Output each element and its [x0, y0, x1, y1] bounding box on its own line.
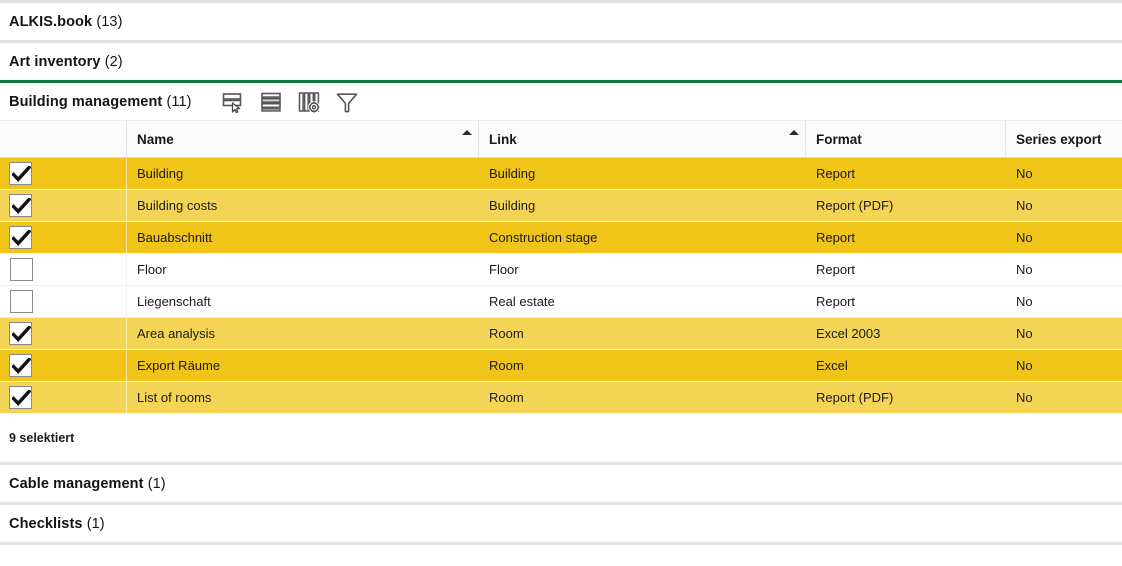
section-count: (1): [86, 515, 105, 532]
section-header-alkis-book[interactable]: ALKIS.book (13): [0, 3, 1122, 40]
table-row[interactable]: Building Building Report No: [0, 158, 1122, 190]
section-count: (2): [104, 53, 123, 70]
cell-link: Room: [489, 358, 524, 373]
cell-series-export: No: [1016, 230, 1033, 245]
cell-format: Report: [816, 294, 856, 309]
cell-name: Building: [126, 158, 478, 189]
cell-name: List of rooms: [126, 382, 478, 413]
cell-name: Building costs: [126, 190, 478, 221]
column-header-label: Format: [816, 131, 862, 147]
section-title: Checklists (1): [9, 516, 105, 532]
sort-ascending-icon: [789, 130, 799, 135]
row-checkbox-unchecked[interactable]: [10, 258, 33, 281]
selection-status-bar: 9 selektiert: [0, 414, 1122, 462]
row-checkbox-cell: [0, 254, 126, 285]
row-checkbox-cell: [0, 222, 126, 253]
cell-name: Liegenschaft: [126, 286, 478, 317]
cell-name: Floor: [126, 254, 478, 285]
cell-format: Excel 2003: [816, 326, 881, 341]
cell-name: Export Räume: [126, 350, 478, 381]
filter-icon[interactable]: [334, 89, 360, 115]
cell-format: Report: [816, 262, 856, 277]
row-checkbox-cell: [0, 286, 126, 317]
table-row[interactable]: Floor Floor Report No: [0, 254, 1122, 286]
cell-link: Construction stage: [489, 230, 598, 245]
row-checkbox-checked[interactable]: [9, 354, 32, 377]
table-row[interactable]: Area analysis Room Excel 2003 No: [0, 318, 1122, 350]
cell-format: Report: [816, 230, 856, 245]
section-name: Art inventory: [9, 53, 101, 70]
column-settings-icon[interactable]: [296, 89, 322, 115]
section-count: (13): [96, 13, 123, 30]
table-row[interactable]: Bauabschnitt Construction stage Report No: [0, 222, 1122, 254]
cell-series-export: No: [1016, 358, 1033, 373]
column-header-format[interactable]: Format: [805, 121, 1005, 157]
section-title: Art inventory (2): [9, 54, 123, 70]
column-header-label: Series export: [1016, 131, 1102, 147]
section-header-checklists[interactable]: Checklists (1): [0, 505, 1122, 542]
section-header-cable-management[interactable]: Cable management (1): [0, 465, 1122, 502]
cell-series-export: No: [1016, 262, 1033, 277]
cell-format: Report: [816, 166, 856, 181]
column-header-link[interactable]: Link: [478, 121, 805, 157]
cell-series-export: No: [1016, 166, 1033, 181]
column-header-checkbox: [0, 121, 126, 157]
cell-series-export: No: [1016, 390, 1033, 405]
column-header-series-export[interactable]: Series export: [1005, 121, 1122, 157]
row-checkbox-cell: [0, 382, 126, 413]
list-rows-icon[interactable]: [258, 89, 284, 115]
cell-link: Building: [489, 166, 536, 181]
row-checkbox-cell: [0, 318, 126, 349]
row-checkbox-checked[interactable]: [9, 386, 32, 409]
section-title: Building management (11): [9, 94, 192, 110]
table-row[interactable]: List of rooms Room Report (PDF) No: [0, 382, 1122, 414]
table-row[interactable]: Export Räume Room Excel No: [0, 350, 1122, 382]
table-body: Building Building Report No Building costs Bu…: [0, 158, 1122, 414]
cell-format: Report (PDF): [816, 198, 894, 213]
cell-format: Report (PDF): [816, 390, 894, 405]
section-header-building-management[interactable]: Building management (11): [0, 83, 1122, 120]
reports-table: Name Link Format Series export Building B…: [0, 120, 1122, 414]
cell-name: Bauabschnitt: [126, 222, 478, 253]
table-toolbar: [220, 89, 360, 115]
selection-count-label: 9 selektiert: [9, 431, 75, 445]
column-header-name[interactable]: Name: [126, 121, 478, 157]
divider-bottom: [0, 542, 1122, 545]
report-selection-page: ALKIS.book (13) Art inventory (2) Buildi…: [0, 0, 1122, 566]
section-name: Building management: [9, 93, 163, 110]
row-checkbox-cell: [0, 350, 126, 381]
row-checkbox-checked[interactable]: [9, 194, 32, 217]
cell-link: Real estate: [489, 294, 555, 309]
section-title: Cable management (1): [9, 476, 166, 492]
cell-link: Room: [489, 326, 524, 341]
table-row[interactable]: Building costs Building Report (PDF) No: [0, 190, 1122, 222]
section-title: ALKIS.book (13): [9, 14, 123, 30]
cell-link: Floor: [489, 262, 519, 277]
sort-ascending-icon: [462, 130, 472, 135]
row-checkbox-unchecked[interactable]: [10, 290, 33, 313]
row-checkbox-checked[interactable]: [9, 322, 32, 345]
section-name: Checklists: [9, 515, 83, 532]
row-checkbox-cell: [0, 158, 126, 189]
table-header-row: Name Link Format Series export: [0, 120, 1122, 158]
section-name: Cable management: [9, 475, 144, 492]
cell-series-export: No: [1016, 294, 1033, 309]
section-header-art-inventory[interactable]: Art inventory (2): [0, 43, 1122, 80]
table-row[interactable]: Liegenschaft Real estate Report No: [0, 286, 1122, 318]
row-checkbox-checked[interactable]: [9, 226, 32, 249]
section-name: ALKIS.book: [9, 13, 93, 30]
row-checkbox-cell: [0, 190, 126, 221]
column-header-label: Link: [489, 131, 517, 147]
section-count: (11): [166, 93, 192, 110]
cell-format: Excel: [816, 358, 848, 373]
cell-series-export: No: [1016, 198, 1033, 213]
cell-link: Room: [489, 390, 524, 405]
select-rows-icon[interactable]: [220, 89, 246, 115]
cell-name: Area analysis: [126, 318, 478, 349]
cell-series-export: No: [1016, 326, 1033, 341]
section-count: (1): [147, 475, 166, 492]
row-checkbox-checked[interactable]: [9, 162, 32, 185]
cell-link: Building: [489, 198, 536, 213]
column-header-label: Name: [137, 131, 174, 147]
